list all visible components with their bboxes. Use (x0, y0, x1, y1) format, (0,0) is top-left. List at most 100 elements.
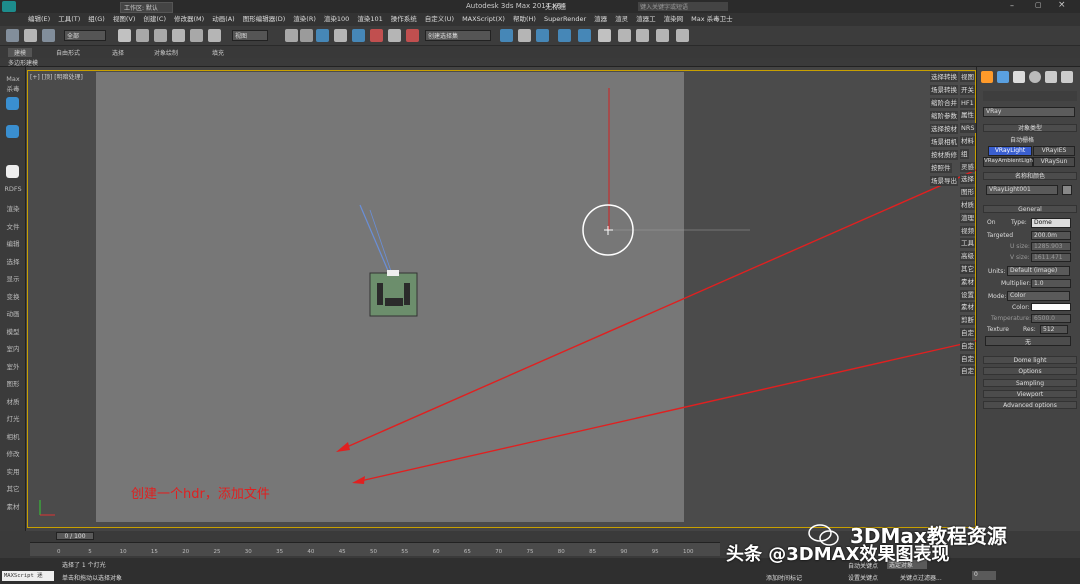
right-label-item-2[interactable]: 素材 (960, 302, 975, 313)
create-tab-icon[interactable] (981, 71, 993, 83)
right-label-item-2[interactable]: 视图 (960, 72, 975, 82)
annotation-arrow-1 (339, 169, 977, 451)
right-label-item-2[interactable]: 灵感 (960, 161, 975, 172)
time-slider[interactable]: 0 / 100 (56, 532, 94, 540)
texture-checkbox[interactable]: Texture (987, 326, 1009, 333)
hierarchy-tab-icon[interactable] (1013, 71, 1025, 83)
right-label-item-2[interactable]: 属性 (960, 110, 975, 121)
right-label-item[interactable]: 缩阶参数 (930, 111, 958, 121)
right-label-item-2[interactable]: 视频 (960, 225, 975, 236)
right-label-item-2[interactable]: 自定 (960, 353, 975, 364)
right-label-item-2[interactable]: 自定 (960, 328, 975, 338)
autogrid-checkbox[interactable]: 自动栅格 (1010, 135, 1034, 144)
vraylight-button[interactable]: VRayLight (988, 146, 1032, 156)
timeline-tick-label: 0 (57, 549, 61, 555)
vsize-field[interactable]: 1611.471 (1031, 253, 1071, 262)
collapsed-rollout[interactable]: Sampling (983, 378, 1077, 387)
vrayambient-button[interactable]: VRayAmbientLigh (983, 157, 1033, 167)
timeline-tick-label: 85 (589, 549, 597, 555)
modify-tab-icon[interactable] (997, 71, 1009, 83)
right-label-item-2[interactable]: 渲理 (960, 212, 975, 223)
units-dropdown[interactable]: Default (image) (1007, 266, 1070, 276)
right-label-item-2[interactable]: HF1 (960, 97, 975, 108)
timeline-tick-label: 30 (244, 549, 252, 555)
annotation-text: 创建一个hdr，添加文件 (131, 487, 270, 502)
right-label-item-2[interactable]: 自定 (960, 366, 975, 377)
temperature-field[interactable]: 6500.0 (1031, 314, 1071, 323)
setkey-button[interactable]: 设置关键点 (848, 573, 878, 582)
key-filters-button[interactable]: 关键点过滤器... (900, 573, 942, 582)
current-frame-field[interactable]: 0 (972, 571, 996, 580)
add-time-tag[interactable]: 添加时间标记 (766, 573, 802, 582)
right-label-item-2[interactable]: 工具 (960, 238, 975, 249)
right-label-item-2[interactable]: 剪断 (960, 315, 975, 326)
right-label-item-2[interactable]: 自定 (960, 340, 975, 351)
timeline-tick-label: 40 (307, 549, 315, 555)
right-label-item-2[interactable]: 设置 (960, 289, 975, 300)
collapsed-rollout-label: Dome light (1013, 357, 1047, 364)
right-label-item-2[interactable]: 其它 (960, 264, 975, 274)
collapsed-rollout[interactable]: Dome light (983, 356, 1077, 364)
right-label-item-2[interactable]: 组 (960, 148, 969, 159)
res-field[interactable]: 512 (1040, 325, 1068, 334)
vrayies-button[interactable]: VRayIES (1033, 146, 1075, 156)
res-label: Res: (1023, 326, 1036, 333)
right-label-item[interactable]: 场景转换 (930, 85, 958, 95)
timeline-tick-label: 75 (526, 549, 534, 555)
right-label-item[interactable]: 按材质修 (930, 150, 958, 160)
rollout-name-color[interactable]: 名称和颜色 (983, 172, 1077, 180)
right-label-item[interactable]: 按照件 (930, 163, 952, 173)
usize-field[interactable]: 1285.903 (1031, 242, 1071, 251)
mode-dropdown[interactable]: Color (1007, 291, 1070, 301)
right-label-item-2[interactable]: 材质 (960, 200, 975, 210)
timeline-tick-label: 60 (432, 549, 440, 555)
right-label-item[interactable]: 场景导出 (930, 176, 958, 186)
rollout-general[interactable]: General (983, 205, 1077, 213)
color-picker[interactable] (1031, 303, 1071, 311)
timeline-tick-label: 25 (213, 549, 221, 555)
right-label-item[interactable]: 选择转换 (930, 72, 958, 82)
light-part-left (377, 283, 383, 305)
timeline-tick-label: 80 (557, 549, 565, 555)
light-ray-1 (359, 204, 393, 281)
right-label-item-2[interactable]: NRS (960, 123, 976, 134)
right-label-item-2[interactable]: 开关 (960, 84, 975, 95)
type-dropdown[interactable]: Dome (1031, 218, 1071, 228)
right-label-item[interactable]: 选择按材 (930, 124, 958, 134)
timeline-tick-label: 65 (463, 549, 471, 555)
texture-none-button[interactable]: 无 (985, 336, 1071, 346)
collapsed-rollout[interactable]: Options (983, 367, 1077, 376)
right-label-item-2[interactable]: 素材 (960, 276, 975, 287)
right-label-item-2[interactable]: 高级 (960, 251, 975, 262)
collapsed-rollout[interactable]: Advanced options (983, 401, 1077, 410)
right-label-item-2[interactable]: 图形 (960, 187, 975, 198)
targeted-field[interactable]: 200.0m (1031, 231, 1071, 240)
timeline-tick-label: 45 (338, 549, 346, 555)
multiplier-field[interactable]: 1.0 (1031, 279, 1071, 288)
vraysun-button[interactable]: VRaySun (1033, 157, 1075, 167)
right-label-strip: 选择转换场景转换缩阶合并缩阶参数选择按材场景相机按材质修按照件场景导出 视图开关 H… (930, 72, 976, 387)
right-label-item[interactable]: 缩阶合并 (930, 98, 958, 108)
targeted-checkbox[interactable]: Targeted (987, 232, 1013, 239)
collapsed-rollout-label: Advanced options (1003, 402, 1057, 410)
right-label-item-2[interactable]: 选择 (960, 174, 975, 185)
utilities-tab-icon[interactable] (1061, 71, 1073, 83)
color-swatch[interactable] (1062, 185, 1072, 195)
display-tab-icon[interactable] (1045, 71, 1057, 83)
units-label: Units: (988, 268, 1006, 275)
annotation-arrow-2 (355, 339, 981, 483)
renderer-dropdown[interactable]: VRay (983, 107, 1075, 117)
light-name-input[interactable]: VRayLight001 (986, 185, 1058, 195)
light-part-bottom (385, 298, 403, 306)
right-label-item-2[interactable]: 材料 (960, 136, 975, 146)
maxscript-listener[interactable]: MAXScript 迷 (2, 571, 54, 581)
selection-status: 选择了 1 个灯光 (62, 562, 106, 569)
right-label-item[interactable]: 场景相机 (930, 137, 958, 147)
light-part-top (387, 270, 399, 276)
timeline-tick-label: 55 (401, 549, 409, 555)
rollout-object-type[interactable]: 对象类型 (983, 124, 1077, 132)
on-checkbox[interactable]: On (987, 219, 996, 226)
motion-tab-icon[interactable] (1029, 71, 1041, 83)
rollout-object-type-label: 对象类型 (1017, 125, 1042, 132)
collapsed-rollout[interactable]: Viewport (983, 389, 1077, 398)
